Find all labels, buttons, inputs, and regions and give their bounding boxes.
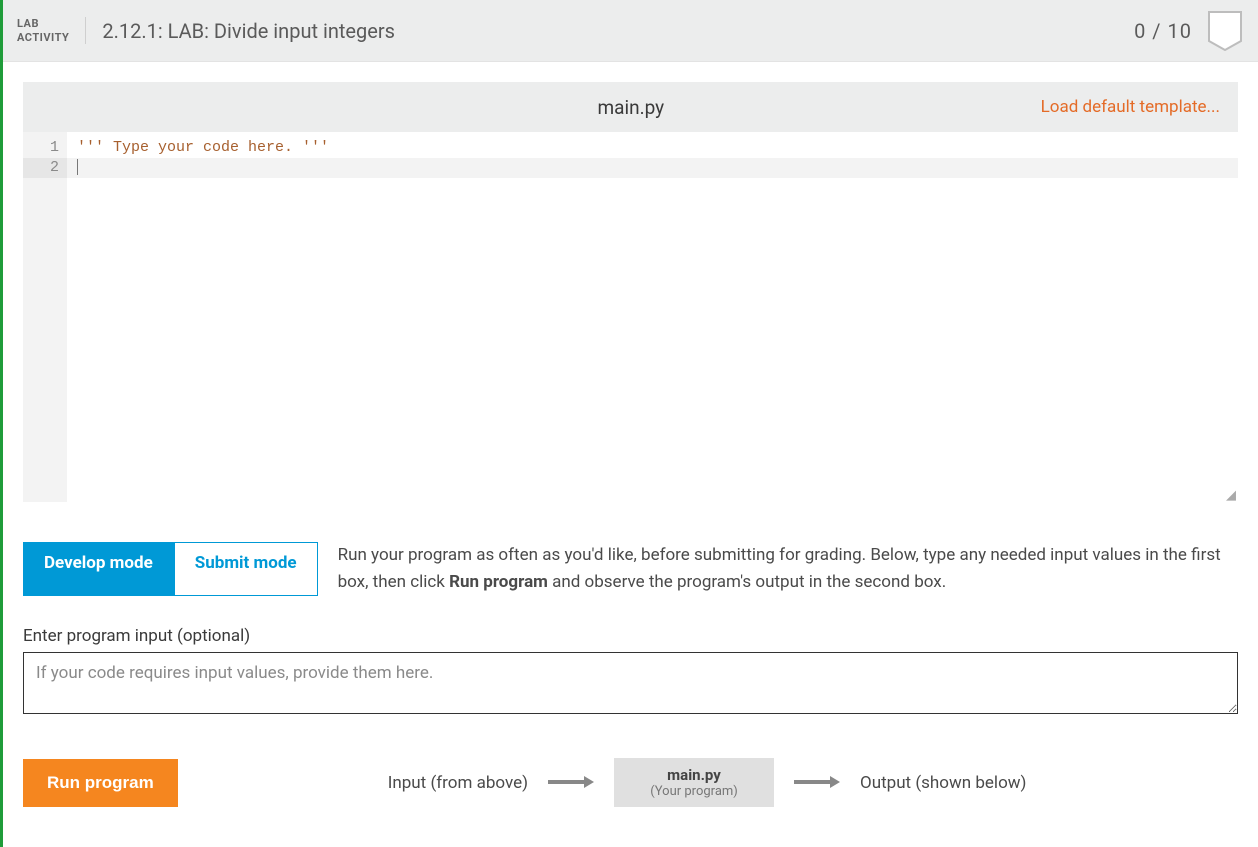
run-row: Run program Input (from above) main.py (… <box>23 758 1238 807</box>
code-line <box>67 158 1238 178</box>
line-gutter: 1 2 <box>23 132 67 502</box>
mode-toggle-group: Develop mode Submit mode <box>23 542 318 596</box>
lab-panel: LAB ACTIVITY 2.12.1: LAB: Divide input i… <box>0 0 1258 847</box>
code-lines[interactable]: ''' Type your code here. ''' <box>67 132 1238 502</box>
program-input-label: Enter program input (optional) <box>23 626 1238 646</box>
program-input-textarea[interactable] <box>23 652 1238 714</box>
line-number: 1 <box>23 138 67 158</box>
lab-title: 2.12.1: LAB: Divide input integers <box>102 19 1134 43</box>
bookmark-pocket-icon[interactable] <box>1208 11 1242 51</box>
score-display: 0 / 10 <box>1134 19 1192 43</box>
develop-mode-button[interactable]: Develop mode <box>23 542 174 596</box>
mode-row: Develop mode Submit mode Run your progra… <box>23 542 1238 596</box>
activity-badge-line1: LAB <box>17 17 39 30</box>
line-number: 2 <box>23 158 67 178</box>
output-flow-label: Output (shown below) <box>860 773 1026 793</box>
text-cursor-icon <box>77 159 78 175</box>
activity-badge: LAB ACTIVITY <box>3 17 86 43</box>
resize-handle-icon[interactable]: ◢ <box>1226 489 1236 502</box>
program-box-subtitle: (Your program) <box>638 784 750 799</box>
editor-toolbar: main.py Load default template... <box>23 82 1238 132</box>
code-line: ''' Type your code here. ''' <box>67 138 1238 158</box>
run-program-button[interactable]: Run program <box>23 759 178 807</box>
submit-mode-button[interactable]: Submit mode <box>174 542 318 596</box>
arrow-right-icon <box>794 773 840 792</box>
program-box-title: main.py <box>638 766 750 784</box>
mode-desc-bold: Run program <box>449 572 548 592</box>
load-default-template-link[interactable]: Load default template... <box>1041 97 1220 117</box>
activity-badge-line2: ACTIVITY <box>17 31 69 44</box>
arrow-right-icon <box>548 773 594 792</box>
program-box: main.py (Your program) <box>614 758 774 807</box>
input-flow-label: Input (from above) <box>388 773 528 793</box>
code-input-area[interactable]: 1 2 ''' Type your code here. ''' ◢ <box>23 132 1238 502</box>
filename-label: main.py <box>221 96 1041 119</box>
program-input-section: Enter program input (optional) <box>23 626 1238 718</box>
mode-desc-post: and observe the program's output in the … <box>548 572 946 592</box>
mode-description: Run your program as often as you'd like,… <box>338 542 1238 596</box>
code-editor: main.py Load default template... 1 2 '''… <box>23 82 1238 502</box>
lab-header: LAB ACTIVITY 2.12.1: LAB: Divide input i… <box>3 0 1258 62</box>
